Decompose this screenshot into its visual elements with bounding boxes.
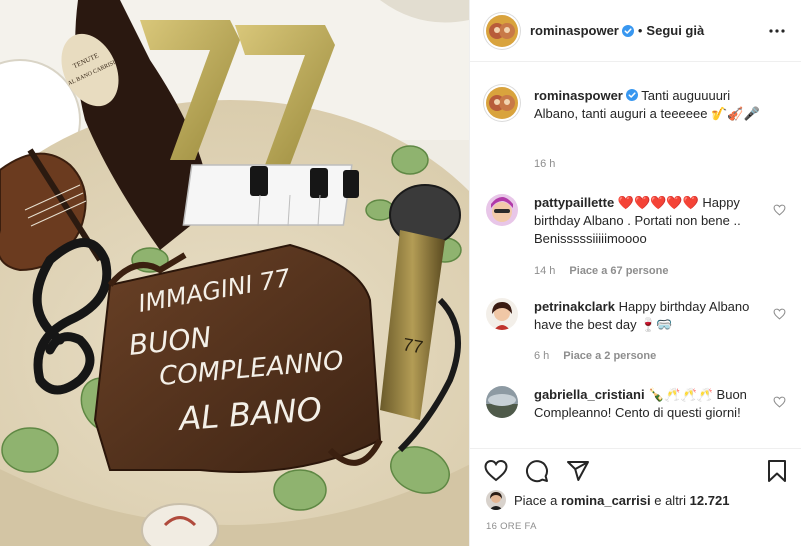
comment-time[interactable]: 6 h bbox=[534, 350, 549, 362]
caption-body: rominaspower Tanti auguuuuri Albano, tan… bbox=[534, 87, 774, 123]
comment-time[interactable]: 14 h bbox=[534, 265, 555, 277]
verified-badge-icon bbox=[621, 24, 634, 37]
header-separator: • bbox=[637, 23, 643, 38]
post-photo[interactable]: TENUTE AL BANO CARRISI 77 IMMAGINI 77 BU… bbox=[0, 0, 469, 546]
likes-suffix: e altri bbox=[654, 492, 687, 508]
comment-body: petrinakclark Happy birthday Albano have… bbox=[534, 298, 764, 334]
comment-icon[interactable] bbox=[525, 459, 549, 483]
author-username[interactable]: rominaspower bbox=[530, 23, 619, 38]
caption-author-avatar[interactable] bbox=[486, 87, 518, 119]
likes-prefix: Piace a bbox=[514, 492, 558, 508]
comments-list[interactable]: rominaspower Tanti auguuuuri Albano, tan… bbox=[470, 63, 801, 448]
commenter-avatar[interactable] bbox=[486, 298, 518, 330]
comment-body: pattypaillette ❤️❤️❤️❤️❤️ Happy birthday… bbox=[534, 194, 764, 248]
comment-body: gabriella_cristiani 🍾🥂🥂🥂 Buon Compleanno… bbox=[534, 386, 764, 422]
bookmark-icon[interactable] bbox=[765, 459, 789, 483]
comment-username[interactable]: pattypaillette bbox=[534, 195, 614, 210]
share-icon[interactable] bbox=[566, 459, 590, 483]
commenter-avatar[interactable] bbox=[486, 194, 518, 226]
svg-text:77: 77 bbox=[401, 334, 424, 357]
likes-summary: Piace a romina_carrisi e altri 12.721 bbox=[486, 488, 729, 512]
cake-photo-illustration: TENUTE AL BANO CARRISI 77 IMMAGINI 77 BU… bbox=[0, 0, 469, 546]
heart-icon[interactable] bbox=[484, 459, 508, 483]
likes-count[interactable]: 12.721 bbox=[690, 493, 730, 508]
comment-likes[interactable]: Piace a 67 persone bbox=[569, 265, 668, 277]
likes-user-link[interactable]: romina_carrisi bbox=[561, 493, 651, 508]
liker-avatar[interactable] bbox=[486, 490, 506, 510]
comment-like-heart-icon[interactable] bbox=[773, 396, 786, 408]
more-options-icon[interactable] bbox=[768, 23, 786, 39]
commenter-avatar[interactable] bbox=[486, 386, 518, 418]
post-timestamp[interactable]: 16 ORE FA bbox=[486, 521, 537, 532]
author-avatar[interactable] bbox=[486, 14, 518, 47]
comment-meta: 6 h Piace a 2 persone bbox=[534, 350, 656, 362]
verified-badge-icon bbox=[625, 89, 638, 101]
caption-username[interactable]: rominaspower bbox=[534, 88, 623, 103]
comment-likes[interactable]: Piace a 2 persone bbox=[563, 350, 656, 362]
follow-button[interactable]: Segui già bbox=[646, 23, 704, 38]
comment-meta: 14 h Piace a 67 persone bbox=[534, 265, 668, 277]
comment-like-heart-icon[interactable] bbox=[773, 308, 786, 320]
comment-username[interactable]: petrinakclark bbox=[534, 299, 615, 314]
comment-like-heart-icon[interactable] bbox=[773, 204, 786, 216]
caption-time[interactable]: 16 h bbox=[534, 158, 555, 170]
post-details-panel: rominaspower • Segui già rominaspower Ta… bbox=[469, 0, 801, 546]
post-header: rominaspower • Segui già bbox=[470, 0, 801, 62]
comment-username[interactable]: gabriella_cristiani bbox=[534, 387, 645, 402]
